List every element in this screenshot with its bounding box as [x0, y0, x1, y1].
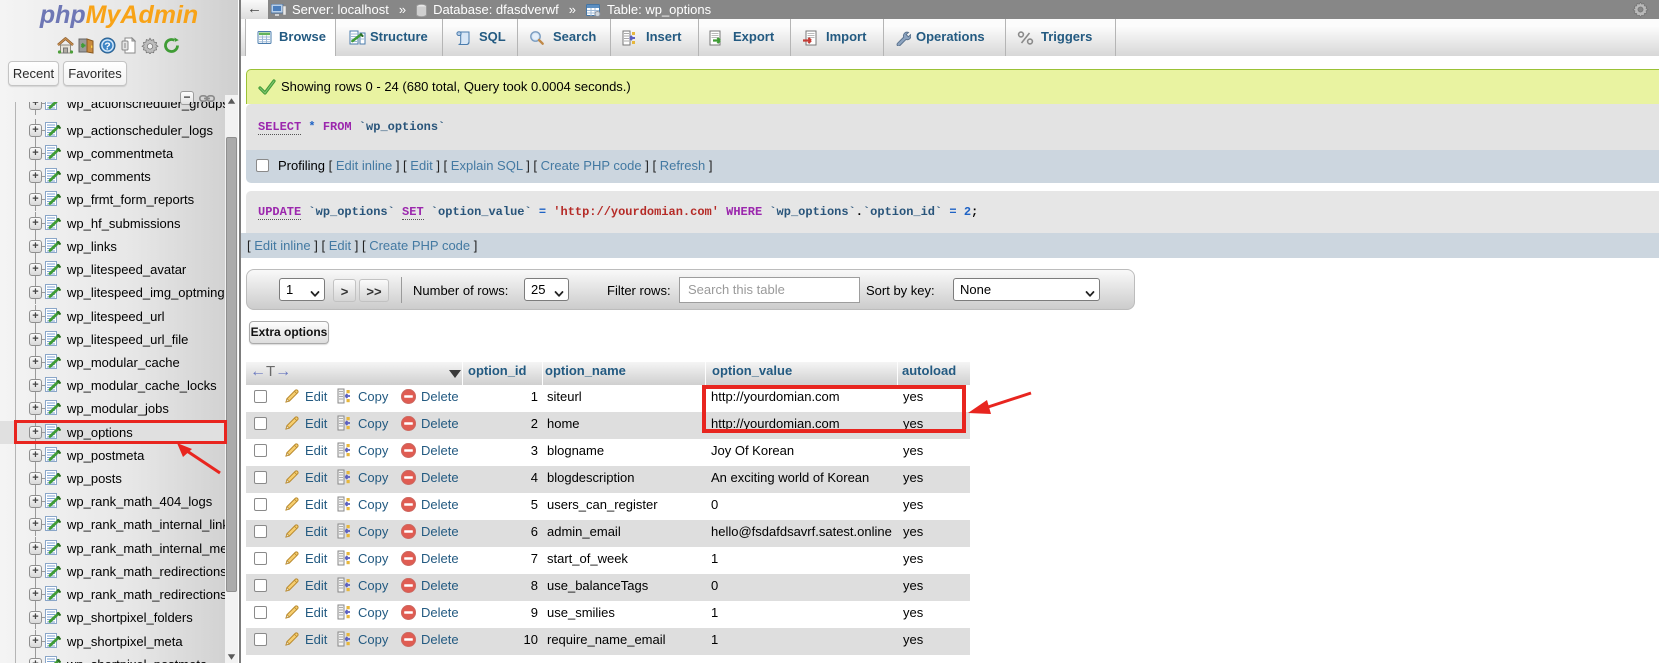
svg-text:?: ? [104, 40, 110, 52]
